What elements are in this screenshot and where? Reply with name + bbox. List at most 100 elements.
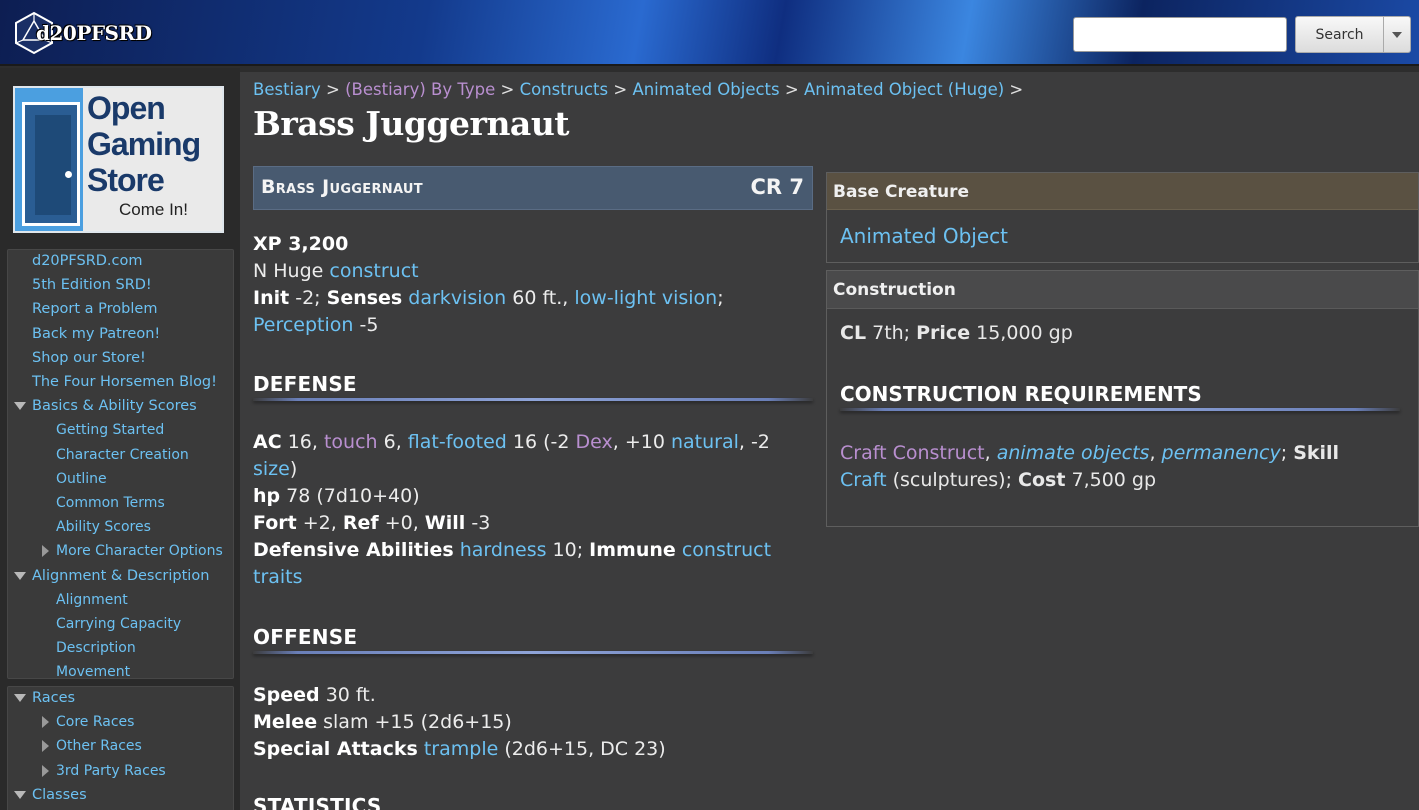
offense-heading: OFFENSE [253, 625, 358, 649]
breadcrumb-animated-objects[interactable]: Animated Objects [632, 80, 779, 99]
requirements-line-cont: Craft (sculptures); Cost 7,500 gp [840, 469, 1157, 491]
ad-cta: Come In! [119, 200, 188, 219]
expand-toggle-icon[interactable] [14, 790, 26, 799]
sidebar-nav-item[interactable]: More Character Options [56, 542, 223, 560]
sidebar-nav-races: Races Core Races Other Races 3rd Party Race… [7, 686, 234, 810]
collapse-toggle-icon[interactable] [42, 716, 49, 729]
door-icon [22, 102, 80, 226]
ac-line: AC 16, touch 6, flat-footed 16 (-2 Dex, … [253, 431, 770, 453]
defensive-abilities-line-cont: traits [253, 564, 303, 591]
sidebar-nav-item[interactable]: Character Creation [56, 446, 189, 464]
sidebar-races-item[interactable]: Other Races [56, 737, 142, 755]
natural-link[interactable]: natural [671, 431, 739, 453]
construct-link[interactable]: construct [329, 260, 418, 282]
hp-line: hp 78 (7d10+40) [253, 485, 420, 507]
special-attacks-line: Special Attacks trample (2d6+15, DC 23) [253, 738, 666, 760]
defense-heading: DEFENSE [253, 372, 357, 396]
ac-line-cont: size) [253, 458, 298, 480]
sidebar-nav-item[interactable]: Ability Scores [56, 518, 151, 536]
sidebar-nav-item[interactable]: Outline [56, 470, 107, 488]
craft-construct-link[interactable]: Craft Construct [840, 442, 985, 464]
sidebar-races-item[interactable]: Core Races [56, 713, 134, 731]
size-link[interactable]: size [253, 458, 290, 480]
trample-link[interactable]: trample [424, 738, 498, 760]
collapse-toggle-icon[interactable] [42, 764, 49, 777]
sidebar-nav-item[interactable]: Alignment [56, 591, 128, 609]
search-options-dropdown[interactable] [1384, 16, 1411, 53]
sidebar-nav-item[interactable]: The Four Horsemen Blog! [32, 373, 217, 391]
init-senses-line: Init -2; Senses darkvision 60 ft., low-l… [253, 287, 724, 309]
sidebar-nav-item[interactable]: Shop our Store! [32, 349, 146, 367]
collapse-toggle-icon[interactable] [42, 740, 49, 753]
dex-link[interactable]: Dex [576, 431, 613, 453]
ad-line-open: Open [87, 90, 166, 126]
animate-objects-link[interactable]: animate objects [997, 442, 1150, 464]
sidebar-nav-item[interactable]: d20PFSRD.com [32, 252, 143, 270]
breadcrumb-constructs[interactable]: Constructs [520, 80, 609, 99]
expand-toggle-icon[interactable] [14, 694, 26, 702]
breadcrumb: Bestiary > (Bestiary) By Type > Construc… [253, 80, 1024, 99]
construction-box: Construction CL 7th; Price 15,000 gp CON… [826, 270, 1419, 527]
statblock-name: Brass Juggernaut [261, 176, 423, 198]
construct-traits-link-cont[interactable]: traits [253, 566, 303, 588]
base-creature-box: Base Creature Animated Object [826, 172, 1419, 263]
sidebar-nav-item[interactable]: Description [56, 639, 136, 657]
sidebar-races-item[interactable]: Races [32, 689, 75, 707]
sidebar-nav-item[interactable]: Back my Patreon! [32, 325, 160, 343]
construct-traits-link[interactable]: construct [682, 539, 771, 561]
sidebar-nav-item[interactable]: Movement [56, 663, 130, 681]
speed-line: Speed 30 ft. [253, 684, 376, 706]
sidebar-nav-item[interactable]: Common Terms [56, 494, 165, 512]
saves-line: Fort +2, Ref +0, Will -3 [253, 512, 491, 534]
defense-divider [253, 398, 813, 401]
low-light-vision-link[interactable]: low-light vision [574, 287, 717, 309]
sidebar-nav-item[interactable]: Report a Problem [32, 300, 157, 318]
ad-line-gaming: Gaming [87, 126, 201, 162]
site-header: d20PFSRD Search [0, 0, 1419, 66]
breadcrumb-by-type[interactable]: (Bestiary) By Type [345, 80, 495, 99]
type-line: N Huge construct [253, 260, 419, 282]
offense-divider [253, 651, 813, 654]
melee-line: Melee slam +15 (2d6+15) [253, 711, 512, 733]
sidebar: Open Gaming Store Come In! d20PFSRD.com 5… [0, 68, 240, 810]
sidebar-nav-item[interactable]: Alignment & Description [32, 567, 209, 585]
breadcrumb-animated-object-huge[interactable]: Animated Object (Huge) [804, 80, 1004, 99]
challenge-rating: CR 7 [750, 175, 804, 199]
base-creature-title: Base Creature [833, 182, 969, 202]
touch-link[interactable]: touch [324, 431, 378, 453]
xp-line: XP 3,200 [253, 233, 349, 255]
defensive-abilities-line: Defensive Abilities hardness 10; Immune … [253, 539, 772, 561]
hardness-link[interactable]: hardness [460, 539, 547, 561]
permanency-link[interactable]: permanency [1162, 442, 1281, 464]
ad-line-store: Store [87, 162, 165, 198]
sidebar-nav-main: d20PFSRD.com 5th Edition SRD! Report a Pro… [7, 249, 234, 681]
collapse-toggle-icon[interactable] [42, 545, 49, 558]
open-gaming-store-ad[interactable]: Open Gaming Store Come In! [13, 86, 224, 233]
site-logo[interactable]: d20PFSRD [12, 8, 152, 58]
statistics-heading: STATISTICS [253, 794, 382, 810]
breadcrumb-bestiary[interactable]: Bestiary [253, 80, 321, 99]
sidebar-nav-item[interactable]: 5th Edition SRD! [32, 276, 152, 294]
search-button[interactable]: Search [1295, 16, 1384, 53]
sidebar-nav-item[interactable]: Basics & Ability Scores [32, 397, 197, 415]
cl-price-line: CL 7th; Price 15,000 gp [840, 322, 1073, 344]
requirements-line: Craft Construct, animate objects, perman… [840, 442, 1340, 464]
sidebar-nav-item[interactable]: Getting Started [56, 421, 164, 439]
animated-object-link[interactable]: Animated Object [840, 224, 1008, 248]
search-input[interactable] [1073, 17, 1287, 52]
sidebar-nav-item[interactable]: Carrying Capacity [56, 615, 181, 633]
perception-line: Perception -5 [253, 314, 379, 336]
expand-toggle-icon[interactable] [14, 402, 26, 411]
perception-link[interactable]: Perception [253, 314, 353, 336]
expand-toggle-icon[interactable] [14, 571, 26, 580]
statblock-header: Brass Juggernaut CR 7 [253, 166, 813, 210]
craft-skill-link[interactable]: Craft [840, 469, 887, 491]
sidebar-races-item[interactable]: Classes [32, 786, 87, 804]
chevron-down-icon [1392, 31, 1402, 38]
sidebar-races-item[interactable]: 3rd Party Races [56, 762, 166, 780]
logo-text: d20PFSRD [36, 21, 152, 45]
construction-requirements-heading: CONSTRUCTION REQUIREMENTS [840, 382, 1202, 406]
requirements-divider [840, 408, 1400, 411]
flat-footed-link[interactable]: flat-footed [408, 431, 507, 453]
darkvision-link[interactable]: darkvision [408, 287, 506, 309]
